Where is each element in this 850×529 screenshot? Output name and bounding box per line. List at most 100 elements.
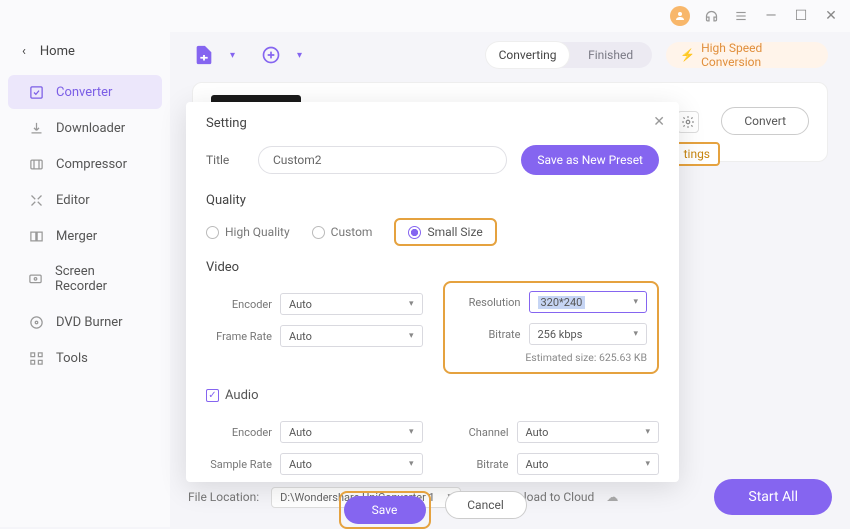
top-row: ▾ ▾ Converting Finished ⚡ High Speed Con…: [192, 42, 828, 68]
audio-encoder-select[interactable]: Auto▾: [280, 421, 423, 443]
samplerate-label: Sample Rate: [206, 458, 272, 471]
sidebar-item-downloader[interactable]: Downloader: [8, 111, 162, 145]
small-size-highlight: Small Size: [394, 218, 496, 246]
sidebar-item-merger[interactable]: Merger: [8, 219, 162, 253]
merger-icon: [28, 228, 44, 244]
sidebar-item-screen-recorder[interactable]: Screen Recorder: [8, 255, 162, 303]
setting-modal: Setting ✕ Title Save as New Preset Quali…: [186, 102, 679, 482]
video-heading: Video: [206, 260, 659, 275]
chevron-left-icon: ‹: [22, 44, 26, 59]
compress-icon: [28, 156, 44, 172]
radio-label: Small Size: [427, 225, 482, 239]
chevron-down-icon: ▾: [645, 427, 650, 437]
checkbox-icon: ✓: [206, 389, 219, 402]
editor-icon: [28, 192, 44, 208]
avatar[interactable]: [670, 6, 690, 26]
chevron-down-icon: ▾: [645, 459, 650, 469]
chevron-down-icon: ▾: [409, 331, 414, 341]
audio-samplerate-select[interactable]: Auto▾: [280, 453, 423, 475]
quality-heading: Quality: [206, 193, 659, 208]
save-preset-button[interactable]: Save as New Preset: [521, 145, 659, 175]
save-button[interactable]: Save: [344, 496, 426, 524]
sidebar-item-tools[interactable]: Tools: [8, 341, 162, 375]
converter-icon: [28, 84, 44, 100]
save-highlight: Save: [339, 491, 431, 529]
output-settings-button[interactable]: [677, 111, 699, 133]
radio-label: Custom: [331, 225, 373, 239]
video-resolution-select[interactable]: 320*240▾: [529, 291, 648, 313]
add-file-button[interactable]: [192, 42, 216, 68]
audio-channel-select[interactable]: Auto▾: [517, 421, 660, 443]
back-label: Home: [40, 44, 75, 59]
start-all-button[interactable]: Start All: [714, 479, 832, 515]
sidebar-item-label: Merger: [56, 229, 97, 244]
sidebar-item-label: Converter: [56, 85, 112, 100]
sidebar-item-label: Downloader: [56, 121, 125, 136]
add-from-device-button[interactable]: [259, 42, 283, 68]
chevron-down-icon[interactable]: ▾: [230, 50, 235, 61]
tools-icon: [28, 350, 44, 366]
bolt-icon: ⚡: [680, 48, 695, 62]
resolution-highlight: Resolution 320*240▾ Bitrate 256 kbps▾ Es…: [443, 281, 660, 374]
modal-title: Setting: [206, 116, 659, 131]
high-speed-label: High Speed Conversion: [701, 41, 814, 69]
radio-custom[interactable]: Custom: [312, 225, 373, 239]
convert-button[interactable]: Convert: [721, 107, 809, 135]
framerate-label: Frame Rate: [206, 330, 272, 343]
tab-converting[interactable]: Converting: [486, 42, 569, 68]
download-icon: [28, 120, 44, 136]
settings-highlight: tings: [674, 142, 720, 166]
chevron-down-icon: ▾: [633, 297, 638, 307]
radio-label: High Quality: [225, 225, 290, 239]
radio-icon: [312, 226, 325, 239]
recorder-icon: [28, 271, 43, 287]
video-framerate-select[interactable]: Auto▾: [280, 325, 423, 347]
sidebar: ‹ Home Converter Downloader Compressor E…: [0, 32, 170, 527]
channel-label: Channel: [443, 426, 509, 439]
window-close-icon[interactable]: ✕: [822, 7, 840, 25]
video-bitrate-select[interactable]: 256 kbps▾: [529, 323, 648, 345]
sidebar-item-label: Screen Recorder: [55, 264, 142, 294]
chevron-down-icon[interactable]: ▾: [297, 50, 302, 61]
sidebar-item-compressor[interactable]: Compressor: [8, 147, 162, 181]
bitrate-label: Bitrate: [455, 328, 521, 341]
maximize-icon[interactable]: ☐: [792, 7, 810, 25]
sidebar-item-editor[interactable]: Editor: [8, 183, 162, 217]
menu-icon[interactable]: [732, 7, 750, 25]
encoder-label: Encoder: [206, 426, 272, 439]
sidebar-item-label: Compressor: [56, 157, 127, 172]
estimated-size: Estimated size: 625.63 KB: [455, 351, 648, 364]
chevron-down-icon: ▾: [633, 329, 638, 339]
chevron-down-icon: ▾: [409, 427, 414, 437]
resolution-label: Resolution: [455, 296, 521, 309]
radio-icon: [206, 226, 219, 239]
bitrate-label: Bitrate: [443, 458, 509, 471]
audio-bitrate-select[interactable]: Auto▾: [517, 453, 660, 475]
dvd-icon: [28, 314, 44, 330]
sidebar-item-label: DVD Burner: [56, 315, 123, 330]
radio-icon: [408, 226, 421, 239]
titlebar: — ☐ ✕: [0, 0, 850, 32]
chevron-down-icon: ▾: [409, 459, 414, 469]
high-speed-badge[interactable]: ⚡ High Speed Conversion: [666, 42, 828, 68]
encoder-label: Encoder: [206, 298, 272, 311]
segmented-control: Converting Finished: [486, 42, 652, 68]
cancel-button[interactable]: Cancel: [445, 491, 527, 519]
minimize-icon[interactable]: —: [762, 7, 780, 25]
close-icon[interactable]: ✕: [653, 114, 665, 130]
audio-checkbox[interactable]: ✓ Audio: [206, 388, 659, 403]
tab-finished[interactable]: Finished: [569, 42, 652, 68]
chevron-down-icon: ▾: [409, 299, 414, 309]
back-button[interactable]: ‹ Home: [0, 38, 170, 73]
sidebar-item-converter[interactable]: Converter: [8, 75, 162, 109]
sidebar-item-label: Tools: [56, 351, 88, 366]
radio-high-quality[interactable]: High Quality: [206, 225, 290, 239]
title-input[interactable]: [258, 146, 507, 174]
title-label: Title: [206, 153, 244, 167]
sidebar-item-label: Editor: [56, 193, 90, 208]
sidebar-item-dvd-burner[interactable]: DVD Burner: [8, 305, 162, 339]
headset-icon[interactable]: [702, 7, 720, 25]
audio-heading: Audio: [225, 388, 258, 403]
video-encoder-select[interactable]: Auto▾: [280, 293, 423, 315]
radio-small-size[interactable]: Small Size: [408, 225, 482, 239]
